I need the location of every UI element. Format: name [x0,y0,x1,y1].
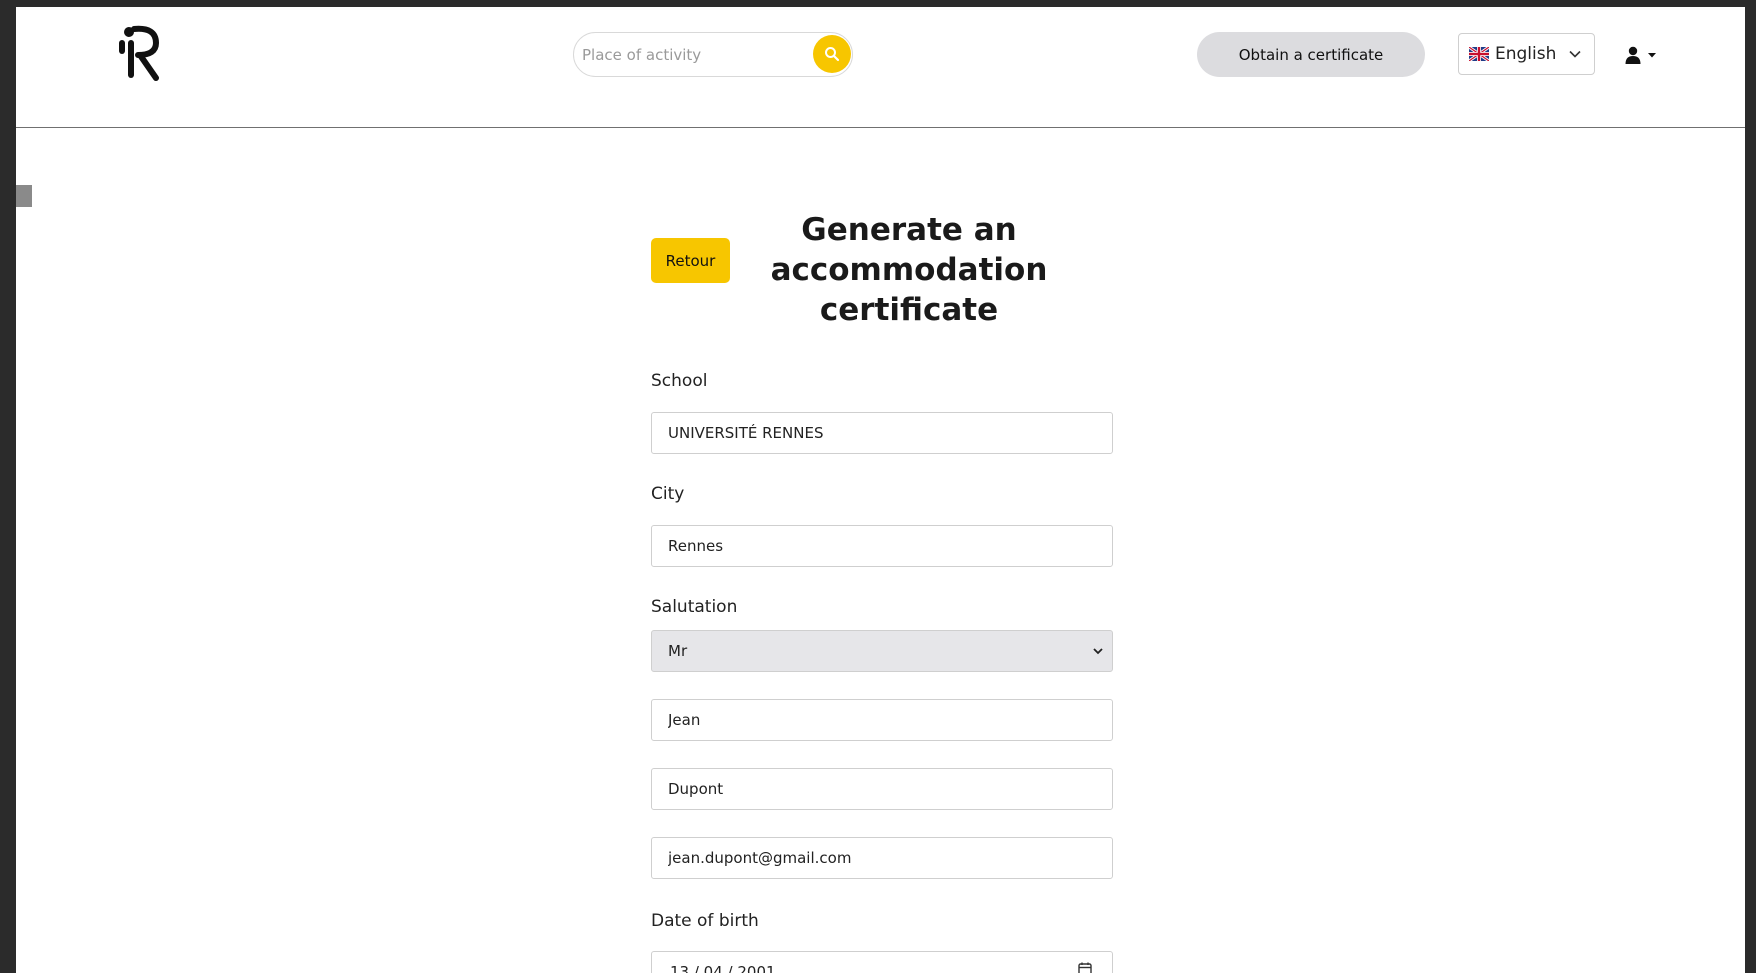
caret-down-icon [1648,53,1656,58]
search-button[interactable] [813,35,851,73]
first-name-input[interactable] [651,699,1113,741]
obtain-certificate-button[interactable]: Obtain a certificate [1197,32,1425,77]
search-icon [825,47,840,62]
page-title: Generate an accommodation certificate [770,212,1048,328]
page: Obtain a certificate English [16,7,1745,973]
calendar-icon[interactable] [1078,962,1092,973]
chevron-down-icon [1569,50,1581,58]
dob-label: Date of birth [651,911,759,931]
email-input[interactable] [651,837,1113,879]
language-label: English [1495,44,1557,64]
scroll-indicator [16,185,32,207]
language-select[interactable]: English [1458,33,1595,75]
dob-input[interactable]: 13 / 04 / 2001 [651,951,1113,973]
city-input[interactable] [651,525,1113,567]
salutation-value: Mr [668,642,688,660]
logo-icon[interactable] [116,23,164,83]
salutation-label: Salutation [651,597,738,617]
uk-flag-icon [1469,47,1489,61]
school-label: School [651,371,708,391]
salutation-select[interactable]: Mr [651,630,1113,672]
city-label: City [651,484,685,504]
user-icon [1625,46,1641,64]
school-input[interactable] [651,412,1113,454]
search-input[interactable] [582,39,802,71]
last-name-input[interactable] [651,768,1113,810]
user-menu[interactable] [1624,43,1660,67]
dob-value: 13 / 04 / 2001 [670,963,776,973]
search-box [573,32,853,77]
chevron-down-icon [1093,648,1103,655]
back-button[interactable]: Retour [651,238,730,283]
site-header: Obtain a certificate English [16,7,1745,128]
